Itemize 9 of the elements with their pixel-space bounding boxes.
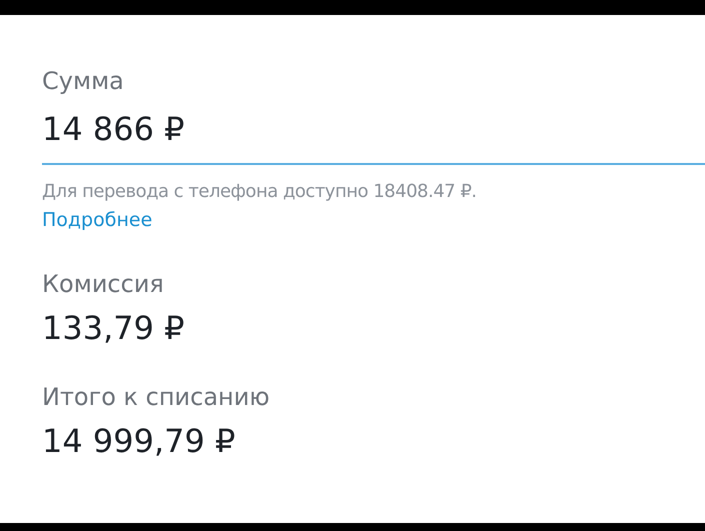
available-balance-hint: Для перевода с телефона доступно 18408.47 ₽. [42,180,477,204]
more-info-link[interactable]: Подробнее [42,205,152,235]
field-label: Комиссия [42,269,165,300]
amount-label: Сумма [42,66,125,97]
amount-input-field[interactable]: Сумма 14 866 ₽ [42,15,705,165]
field-label: Итого к списанию [42,382,271,413]
field-value: 133,79 ₽ [42,308,186,348]
amount-value: 14 866 ₽ [42,109,186,149]
field-value: 14 999,79 ₽ [42,421,236,461]
